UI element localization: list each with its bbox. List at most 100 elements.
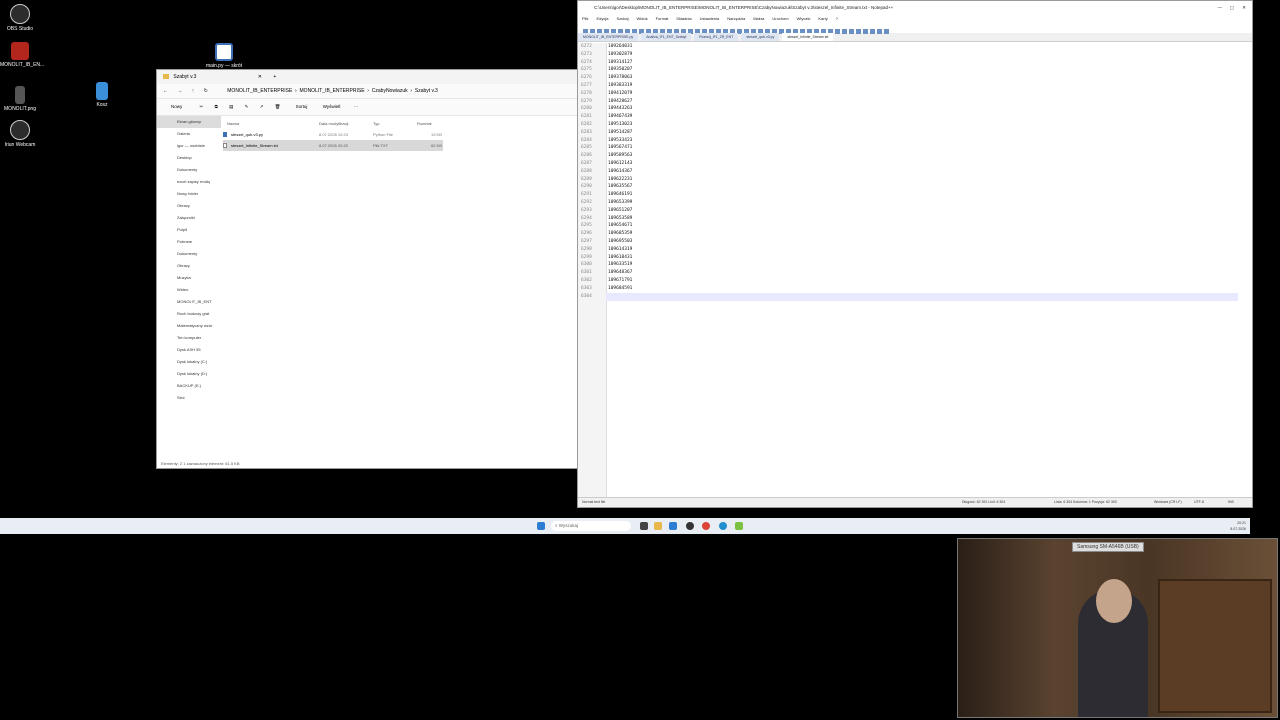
nav-item[interactable]: Dysk lokalny (C:) xyxy=(157,356,221,368)
nav-item[interactable]: Ekran główny xyxy=(157,116,221,128)
close-tab-icon[interactable]: ✕ xyxy=(258,74,262,80)
toolbar-button-icon[interactable] xyxy=(870,29,875,34)
file-tab[interactable]: Analiza_IF1_ENT_Szabyt xyxy=(641,33,692,41)
store-taskbar-icon[interactable] xyxy=(669,522,677,530)
nav-item[interactable]: BACKUP (E:) xyxy=(157,380,221,392)
column-type[interactable]: Typ xyxy=(373,118,379,129)
file-tab[interactable]: MONOLIT_IB_ENTERPRISE.py xyxy=(578,33,639,41)
toolbar-button-icon[interactable] xyxy=(884,29,889,34)
nav-item[interactable]: Ruch budowy grat xyxy=(157,308,221,320)
nav-item[interactable]: igor — osobiste xyxy=(157,140,221,152)
explorer-tab[interactable]: Szabyt v.3 xyxy=(173,74,196,80)
desktop-icon-archive[interactable]: MONOLIT_IB_EN... xyxy=(0,42,45,68)
desktop-icon-monolit-png[interactable]: MONOLIT.png xyxy=(0,86,40,112)
windows-start-icon[interactable] xyxy=(537,522,545,530)
breadcrumb-item[interactable]: CzabyNowiazuk xyxy=(372,88,408,94)
menu-item[interactable]: Wtyczki xyxy=(797,16,811,21)
menu-item[interactable]: Karty xyxy=(818,16,827,21)
copy-icon[interactable]: ⧉ xyxy=(215,104,218,109)
share-icon[interactable]: ↗ xyxy=(260,104,264,109)
back-icon[interactable]: ← xyxy=(163,88,168,94)
nav-item[interactable]: Dysk lokalny (D:) xyxy=(157,368,221,380)
view-button[interactable]: Wyświetl xyxy=(323,104,341,109)
delete-icon[interactable]: 🗑 xyxy=(275,104,281,109)
paste-icon[interactable]: ▤ xyxy=(229,104,233,109)
column-name[interactable]: Nazwa xyxy=(227,118,239,129)
toolbar-button-icon[interactable] xyxy=(842,29,847,34)
nav-item[interactable]: Desktop xyxy=(157,152,221,164)
column-date[interactable]: Data modyfikacji xyxy=(319,118,348,129)
line-number: 6303 xyxy=(581,285,592,291)
menu-item[interactable]: Edycja xyxy=(596,16,608,21)
menu-item[interactable]: Uruchom xyxy=(772,16,788,21)
nav-item[interactable]: Ten komputer xyxy=(157,332,221,344)
new-button[interactable]: Nowy xyxy=(171,104,182,109)
editor-text[interactable]: 109264031 109302879 109314127 109350207 1093… xyxy=(608,43,1240,300)
chrome-taskbar-icon[interactable] xyxy=(702,522,710,530)
new-tab-icon[interactable]: + xyxy=(273,74,276,80)
nav-item[interactable]: Obrazy xyxy=(157,260,221,272)
toolbar-button-icon[interactable] xyxy=(856,29,861,34)
breadcrumb-item[interactable]: MONOLIT_IB_ENTERPRISE xyxy=(227,88,292,94)
file-tab[interactable]: steszel_Infinite_Stream.txt xyxy=(782,33,834,41)
nav-item[interactable]: Sieć xyxy=(157,392,221,404)
toolbar-button-icon[interactable] xyxy=(863,29,868,34)
menu-item[interactable]: Widok xyxy=(636,16,647,21)
refresh-icon[interactable]: ↻ xyxy=(204,88,208,94)
file-tab[interactable]: steszel_qub.v3.py xyxy=(741,33,780,41)
nav-item[interactable]: Muzyka xyxy=(157,272,221,284)
nav-item[interactable]: Galeria xyxy=(157,128,221,140)
nav-item[interactable]: Matematyczny wzór xyxy=(157,320,221,332)
breadcrumb-item[interactable]: Szabyt v.3 xyxy=(415,88,438,94)
edge-taskbar-icon[interactable] xyxy=(719,522,727,530)
cut-icon[interactable]: ✂ xyxy=(200,104,204,109)
desktop-icon-obs[interactable]: OBS Studio xyxy=(0,4,40,32)
nav-item[interactable]: MONOLIT_IB_ENT xyxy=(157,296,221,308)
breadcrumb-item[interactable]: MONOLIT_IB_ENTERPRISE xyxy=(300,88,365,94)
clock[interactable]: 20:21 8.07.2026 xyxy=(1230,520,1246,532)
nav-item[interactable]: Dysk ASH 55 xyxy=(157,344,221,356)
menu-item[interactable]: Format xyxy=(656,16,669,21)
rename-icon[interactable]: ✎ xyxy=(245,104,249,109)
toolbar-button-icon[interactable] xyxy=(849,29,854,34)
notepad-titlebar: C:\Users\igor\Desktop\MONOLIT_IB_ENTERPR… xyxy=(578,1,1252,15)
forward-icon[interactable]: → xyxy=(177,88,182,94)
desktop-icon-mainpy[interactable]: main.py — skrót xyxy=(204,43,244,69)
menu-item[interactable]: Plik xyxy=(582,16,588,21)
nav-item[interactable]: Załączniki xyxy=(157,212,221,224)
nav-item[interactable]: Dokumenty xyxy=(157,164,221,176)
more-icon[interactable]: ··· xyxy=(354,104,359,109)
desktop-icon-label: MONOLIT_IB_EN... xyxy=(0,62,45,68)
nav-item[interactable]: Dokumenty xyxy=(157,248,221,260)
menu-item[interactable]: Składnia xyxy=(676,16,691,21)
nav-item[interactable]: excel zapisy rmdiq xyxy=(157,176,221,188)
sort-button[interactable]: Sortuj xyxy=(296,104,308,109)
minimize-icon[interactable]: — xyxy=(1218,1,1223,15)
menu-item[interactable]: Ustawienia xyxy=(700,16,720,21)
notepadpp-taskbar-icon[interactable] xyxy=(735,522,743,530)
nav-item[interactable]: Obrazy xyxy=(157,200,221,212)
desktop-icon-recycle[interactable]: Kosz xyxy=(82,82,122,108)
menu-item[interactable]: Narzędzia xyxy=(727,16,745,21)
menu-item[interactable]: Makra xyxy=(753,16,764,21)
toolbar-button-icon[interactable] xyxy=(877,29,882,34)
up-icon[interactable]: ↑ xyxy=(192,88,195,94)
nav-item[interactable]: Wideo xyxy=(157,284,221,296)
menu-item[interactable]: Szukaj xyxy=(616,16,628,21)
obs-taskbar-icon[interactable] xyxy=(686,522,694,530)
column-size[interactable]: Rozmiar xyxy=(417,118,432,129)
nav-item[interactable]: Pobrane xyxy=(157,236,221,248)
nav-item[interactable]: Pulpit xyxy=(157,224,221,236)
nav-item[interactable]: Nowy folder xyxy=(157,188,221,200)
maximize-icon[interactable]: ▢ xyxy=(1230,1,1234,15)
file-row[interactable]: steszel_Infinite_Stream.txt 8.07.2026 20… xyxy=(223,140,443,151)
file-tab[interactable]: Rozwój_IF1_ZR_ENT xyxy=(694,33,739,41)
desktop-icon-iriun[interactable]: Iriun Webcam xyxy=(0,120,40,148)
menu-item[interactable]: ? xyxy=(836,16,838,21)
address-bar[interactable]: ← → ↑ ↻ MONOLIT_IB_ENTERPRISE › MONOLIT_… xyxy=(157,84,577,99)
close-icon[interactable]: ✕ xyxy=(1242,1,1246,15)
task-view-icon[interactable] xyxy=(640,522,648,530)
file-row[interactable]: steszel_qub.v3.py 8.07.2026 10:23 Python… xyxy=(223,129,577,140)
taskbar-search[interactable]: ⌕ Wyszukaj xyxy=(551,521,631,531)
explorer-taskbar-icon[interactable] xyxy=(654,522,662,530)
